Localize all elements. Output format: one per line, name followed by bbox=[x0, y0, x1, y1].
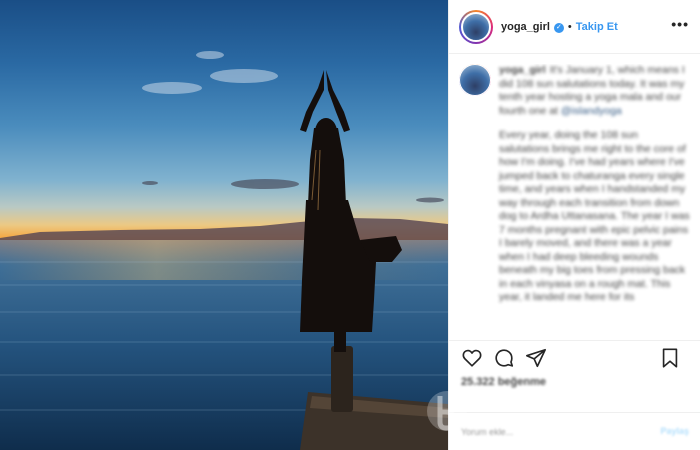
caption-username[interactable]: yoga_girl bbox=[499, 64, 546, 76]
caption-paragraph-2: Every year, doing the 108 sun salutation… bbox=[499, 129, 690, 303]
heart-icon[interactable] bbox=[461, 347, 483, 369]
post-side-panel: yoga_girl ✓ • Takip Et ••• yoga_girl It's … bbox=[448, 0, 700, 450]
comment-row: Paylaş bbox=[449, 412, 700, 450]
caption-text: yoga_girl It's January 1, which means I d… bbox=[499, 64, 691, 316]
action-bar bbox=[449, 340, 700, 374]
likes-count[interactable]: 25.322 beğenme bbox=[461, 376, 546, 388]
follow-button[interactable]: Takip Et bbox=[576, 21, 618, 33]
caption-mention-link[interactable]: @islandyoga bbox=[561, 105, 622, 117]
caption-area: yoga_girl It's January 1, which means I d… bbox=[459, 64, 695, 342]
caption-avatar[interactable] bbox=[459, 64, 491, 96]
sunset-yoga-image bbox=[0, 51, 448, 450]
more-options-icon[interactable]: ••• bbox=[671, 16, 689, 32]
post-photo bbox=[0, 0, 448, 450]
username-link[interactable]: yoga_girl ✓ bbox=[501, 21, 564, 33]
post-comment-button[interactable]: Paylaş bbox=[660, 426, 689, 436]
caption-block: yoga_girl It's January 1, which means I d… bbox=[459, 64, 695, 316]
comment-input[interactable] bbox=[461, 423, 641, 441]
verified-badge-icon: ✓ bbox=[553, 22, 564, 33]
comment-icon[interactable] bbox=[493, 347, 515, 369]
avatar[interactable] bbox=[459, 9, 493, 44]
share-icon[interactable] bbox=[525, 347, 547, 369]
username-text[interactable]: yoga_girl bbox=[501, 21, 550, 33]
separator-dot: • bbox=[567, 20, 572, 33]
caption-paragraph: yoga_girl It's January 1, which means I d… bbox=[499, 64, 691, 118]
bookmark-icon[interactable] bbox=[659, 347, 681, 369]
post-header: yoga_girl ✓ • Takip Et ••• bbox=[449, 0, 700, 54]
